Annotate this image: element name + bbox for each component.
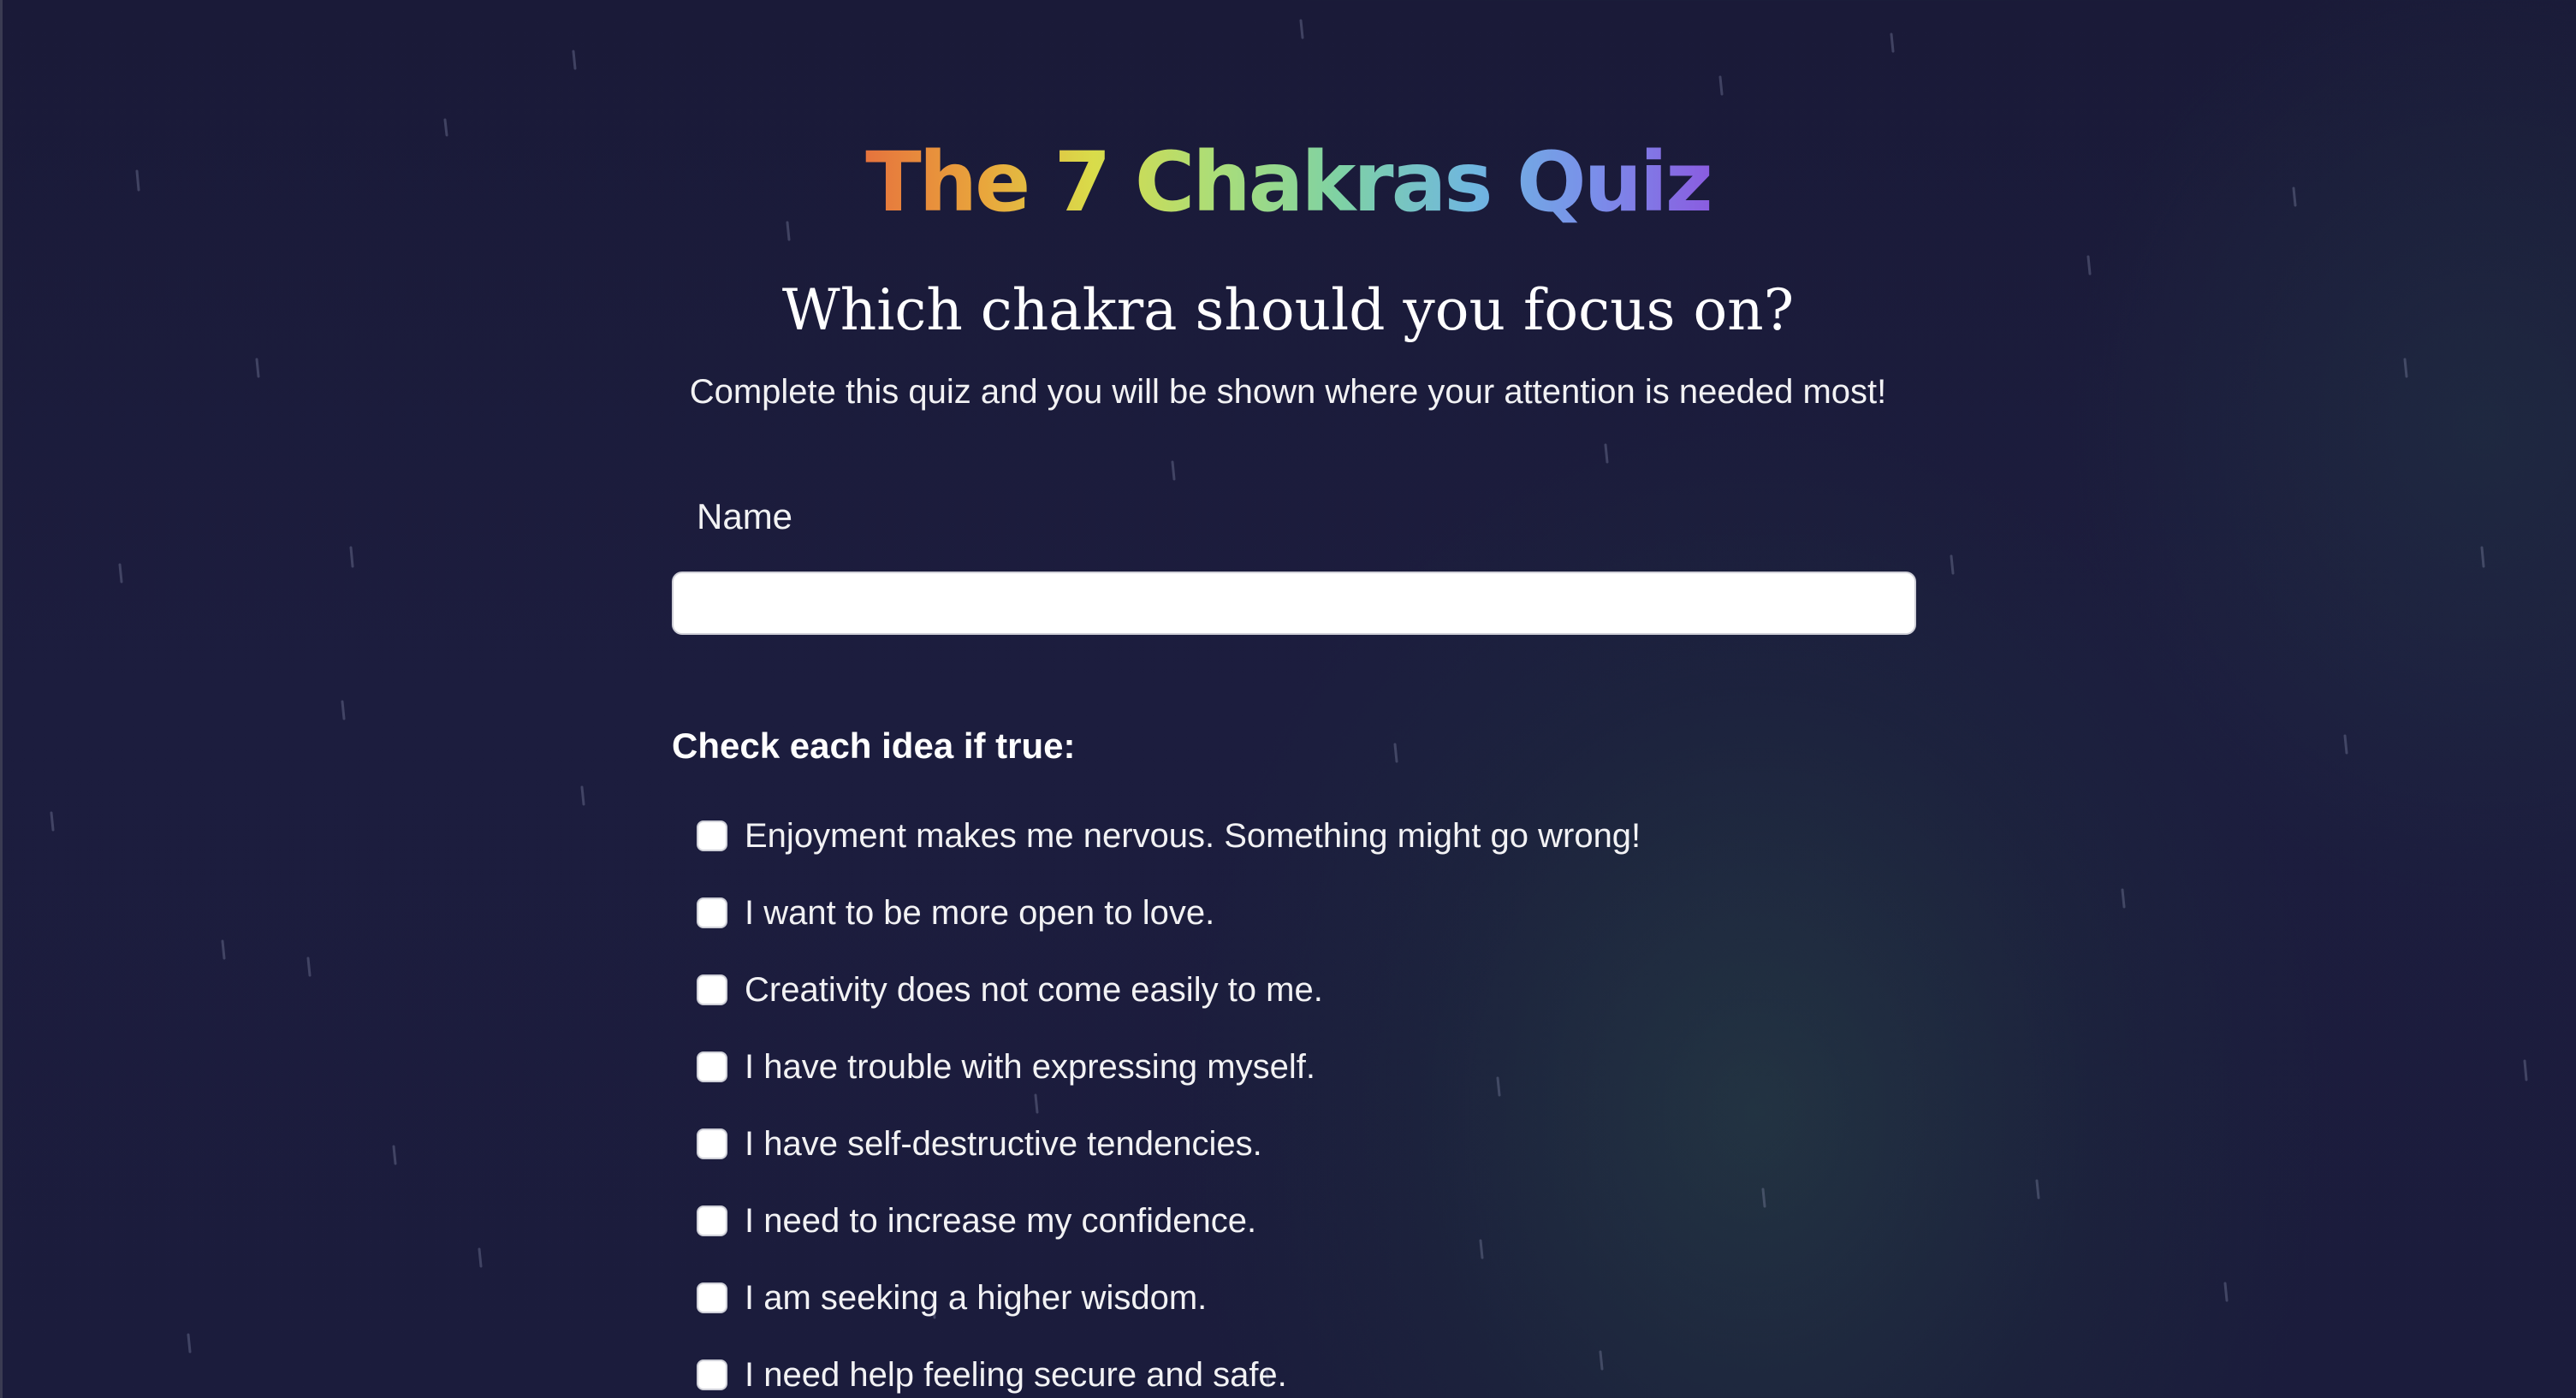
checkbox[interactable] <box>697 1359 727 1390</box>
checklist-item-label: I need to increase my confidence. <box>745 1202 1257 1240</box>
checklist-heading: Check each idea if true: <box>672 726 1076 766</box>
checkbox[interactable] <box>697 1128 727 1159</box>
page-title: The 7 Chakras Quiz <box>0 127 2576 238</box>
name-label: Name <box>697 496 793 536</box>
name-input[interactable] <box>672 572 1916 635</box>
checkbox[interactable] <box>697 897 727 928</box>
checklist-item-label: I have self-destructive tendencies. <box>745 1125 1262 1163</box>
checkbox[interactable] <box>697 1205 727 1236</box>
checkbox[interactable] <box>697 1051 727 1082</box>
checklist-item[interactable]: I have trouble with expressing myself. <box>697 1028 1641 1105</box>
checkbox[interactable] <box>697 1282 727 1313</box>
checklist-item[interactable]: Enjoyment makes me nervous. Something mi… <box>697 797 1641 874</box>
checklist-item-label: I have trouble with expressing myself. <box>745 1048 1315 1086</box>
checklist-item[interactable]: I need to increase my confidence. <box>697 1182 1641 1259</box>
checklist-item[interactable]: I am seeking a higher wisdom. <box>697 1259 1641 1336</box>
checklist-item-label: I am seeking a higher wisdom. <box>745 1279 1208 1317</box>
checklist-item[interactable]: I need help feeling secure and safe. <box>697 1336 1641 1398</box>
checklist-item-label: I want to be more open to love. <box>745 894 1215 932</box>
checklist: Enjoyment makes me nervous. Something mi… <box>697 797 1641 1398</box>
checklist-item-label: I need help feeling secure and safe. <box>745 1356 1287 1394</box>
checkbox[interactable] <box>697 974 727 1005</box>
checklist-item-label: Enjoyment makes me nervous. Something mi… <box>745 817 1641 855</box>
checkbox[interactable] <box>697 820 727 851</box>
checklist-item-label: Creativity does not come easily to me. <box>745 971 1323 1009</box>
quiz-intro: Complete this quiz and you will be shown… <box>689 373 1887 411</box>
checklist-item[interactable]: Creativity does not come easily to me. <box>697 951 1641 1028</box>
page-title-text: The 7 Chakras Quiz <box>865 134 1712 230</box>
checklist-item[interactable]: I have self-destructive tendencies. <box>697 1105 1641 1182</box>
quiz-subtitle: Which chakra should you focus on? <box>781 277 1795 343</box>
checklist-item[interactable]: I want to be more open to love. <box>697 874 1641 951</box>
